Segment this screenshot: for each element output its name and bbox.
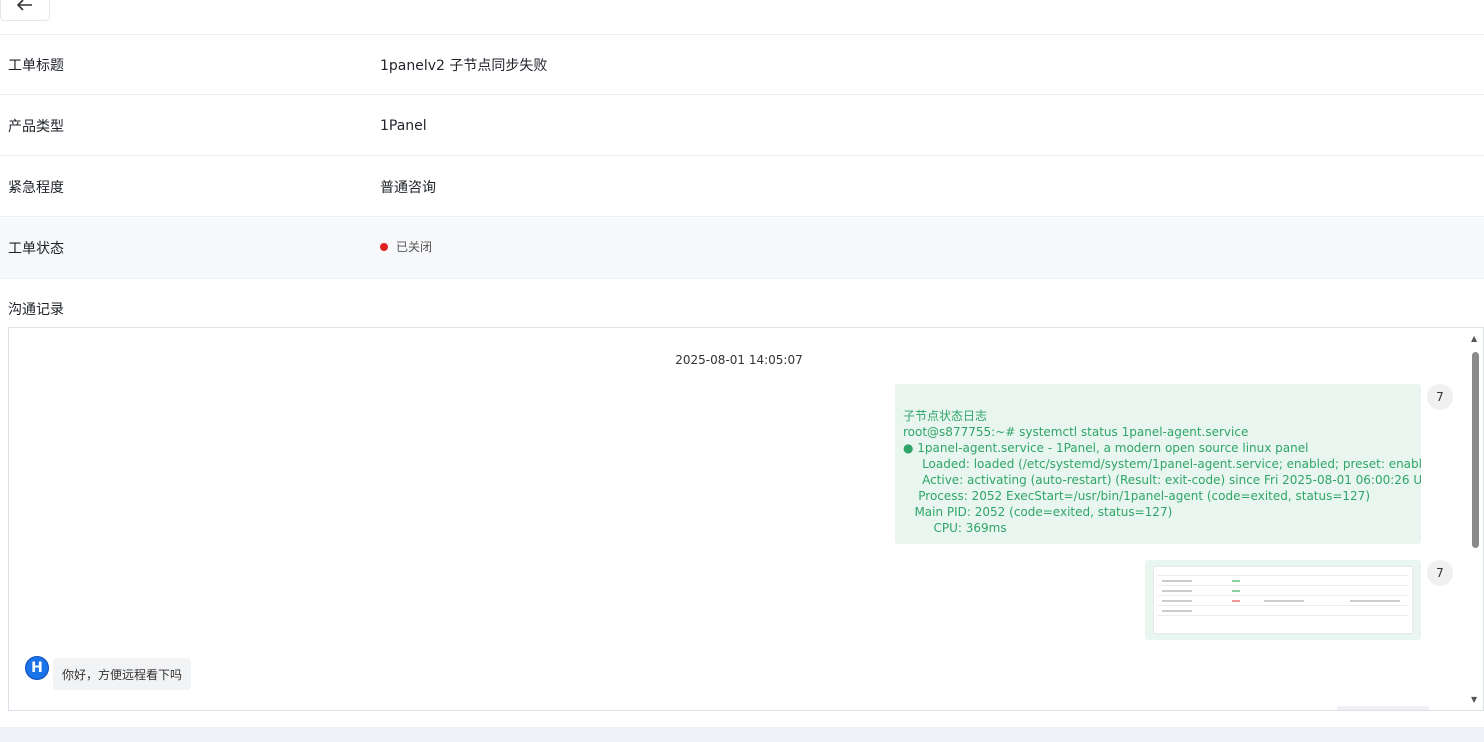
chat-timestamp: 2025-08-01 14:05:07 — [675, 353, 803, 367]
status-badge: 已关闭 — [380, 238, 432, 255]
ticket-status-label: 工单状态 — [8, 241, 64, 257]
scroll-thumb[interactable] — [1472, 352, 1479, 548]
staff-message: 你好，方便远程看下吗 — [53, 658, 192, 690]
status-text: 已关闭 — [396, 240, 433, 254]
product-type-row: 产品类型 1Panel — [0, 96, 1484, 156]
staff-avatar: H — [25, 656, 49, 680]
back-button[interactable] — [0, 0, 50, 21]
ticket-status-row: 工单状态 已关闭 — [0, 218, 1484, 279]
product-type-value: 1Panel — [380, 117, 427, 134]
urgency-row: 紧急程度 普通咨询 — [0, 157, 1484, 217]
arrow-left-icon — [16, 0, 33, 14]
chat-history-panel[interactable]: 2025-08-01 14:05:07 子节点状态日志 root@s877755… — [8, 327, 1484, 711]
ticket-title-value: 1panelv2 子节点同步失败 — [380, 57, 548, 74]
communication-title: 沟通记录 — [8, 302, 64, 318]
footer-band — [0, 727, 1484, 742]
product-type-label: 产品类型 — [8, 118, 64, 135]
next-message-peek — [1337, 706, 1429, 710]
scroll-down-icon[interactable]: ▼ — [1471, 695, 1477, 704]
user-message-log: 子节点状态日志 root@s877755:~# systemctl status… — [895, 384, 1421, 544]
ticket-title-row: 工单标题 1panelv2 子节点同步失败 — [0, 35, 1484, 95]
status-dot-icon — [380, 242, 388, 251]
user-message-image[interactable] — [1145, 560, 1421, 640]
user-avatar: 7 — [1427, 560, 1453, 586]
chat-scrollbar[interactable]: ▲ ▼ — [1469, 328, 1483, 710]
scroll-up-icon[interactable]: ▲ — [1471, 334, 1477, 343]
ticket-title-label: 工单标题 — [8, 57, 64, 74]
user-avatar: 7 — [1427, 384, 1453, 410]
urgency-value: 普通咨询 — [380, 179, 436, 196]
urgency-label: 紧急程度 — [8, 179, 64, 196]
screenshot-thumbnail — [1153, 566, 1413, 634]
